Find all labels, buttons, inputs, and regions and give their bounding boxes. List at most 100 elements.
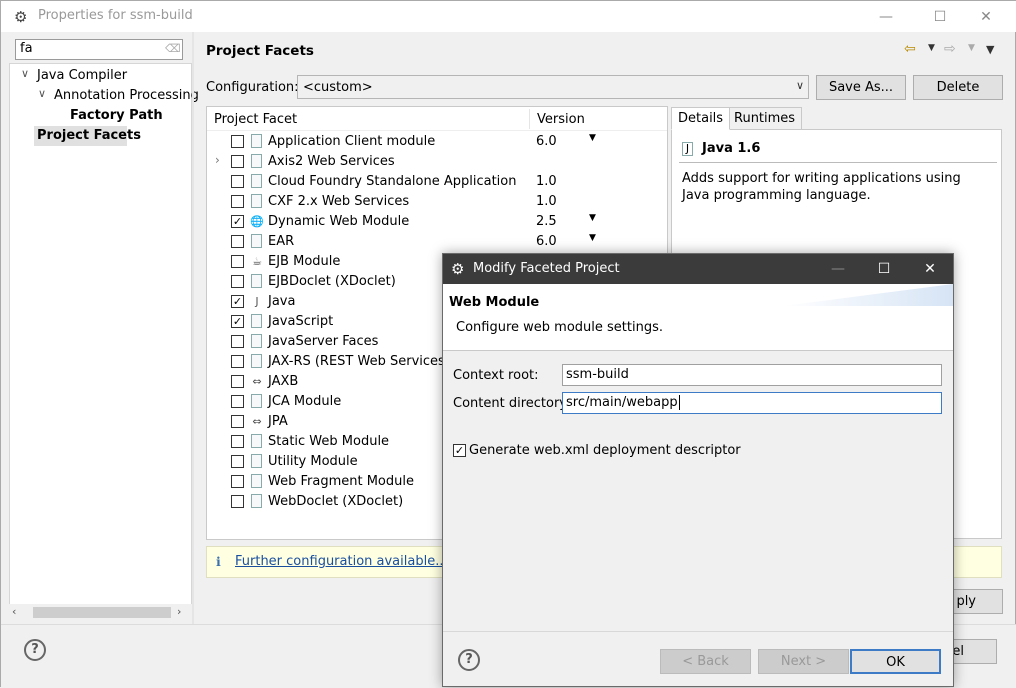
content-directory-input[interactable]: src/main/webapp [562,392,942,414]
save-as-button[interactable]: Save As... [816,75,906,100]
facet-icon [251,154,262,168]
chevron-down-icon[interactable]: ▼ [968,43,975,53]
tree-item-factory-path[interactable]: Factory Path [70,108,163,123]
facet-row[interactable]: EAR 6.0 ▼ [207,232,667,252]
ok-button[interactable]: OK [850,649,941,674]
facet-icon: ⇔ [252,415,262,428]
facet-row[interactable]: CXF 2.x Web Services 1.0 [207,192,667,212]
facet-checkbox[interactable] [231,475,244,488]
facet-checkbox[interactable] [231,335,244,348]
chevron-down-icon[interactable]: ∨ [21,67,29,80]
facet-name: Application Client module [268,134,436,149]
facet-icon [251,354,262,368]
chevron-down-icon[interactable]: ▼ [589,133,596,143]
maximize-button[interactable]: ☐ [861,254,907,284]
generate-webxml-label[interactable]: Generate web.xml deployment descriptor [469,443,741,458]
maximize-button[interactable]: ☐ [917,1,963,32]
tree-item-project-facets[interactable]: Project Facets [37,128,141,143]
col-project-facet[interactable]: Project Facet [214,112,297,127]
facet-icon: 🌐 [250,215,264,228]
facet-checkbox[interactable] [231,375,244,388]
chevron-down-icon: ∨ [795,79,804,92]
facet-version[interactable]: 1.0 [536,194,557,209]
content-directory-label: Content directory: [453,396,571,411]
minimize-button[interactable]: — [863,1,909,32]
preference-tree: ∨ Java Compiler ∨ Annotation Processing … [9,63,199,621]
window-title: Properties for ssm-build [38,8,193,23]
back-button[interactable]: < Back [660,649,751,674]
dialog-subtitle: Configure web module settings. [456,320,663,335]
configuration-label: Configuration: [206,80,299,95]
chevron-down-icon[interactable]: ▼ [928,43,935,53]
configuration-value: <custom> [303,80,373,95]
chevron-down-icon[interactable]: ▼ [589,213,596,223]
minimize-button[interactable]: — [815,254,861,284]
facet-name: JPA [268,414,288,429]
facet-checkbox[interactable] [231,355,244,368]
view-menu-icon[interactable]: ▼ [986,43,994,56]
details-divider [679,162,997,163]
facet-row[interactable]: Application Client module 6.0 ▼ [207,132,667,152]
chevron-down-icon[interactable]: ▼ [589,233,596,243]
facet-checkbox[interactable] [231,415,244,428]
facet-checkbox[interactable]: ✓ [231,295,244,308]
filter-value: fa [20,41,33,56]
help-icon[interactable]: ? [24,639,46,661]
scroll-right-icon[interactable]: › [177,605,181,618]
facet-icon [251,314,262,328]
back-arrow-icon[interactable]: ⇦ [904,41,916,57]
delete-button[interactable]: Delete [913,75,1003,100]
facet-row[interactable]: ✓ 🌐 Dynamic Web Module 2.5 ▼ [207,212,667,232]
tab-runtimes[interactable]: Runtimes [727,107,803,130]
facet-icon [251,394,262,408]
close-button[interactable]: ✕ [907,254,953,284]
forward-arrow-icon[interactable]: ⇨ [944,41,956,57]
facet-version[interactable]: 2.5 [536,214,557,229]
context-root-label: Context root: [453,368,539,383]
facet-checkbox[interactable]: ✓ [231,215,244,228]
facet-checkbox[interactable] [231,175,244,188]
facet-checkbox[interactable] [231,235,244,248]
facet-icon [251,274,262,288]
facet-icon [251,434,262,448]
col-version[interactable]: Version [537,112,585,127]
facet-checkbox[interactable]: ✓ [231,315,244,328]
facet-version[interactable]: 6.0 [536,134,557,149]
column-divider[interactable] [529,109,530,129]
facet-icon: ⇔ [252,375,262,388]
facet-icon: J [255,295,259,308]
facet-version[interactable]: 6.0 [536,234,557,249]
filter-input[interactable]: fa ⌫ [15,39,183,60]
generate-webxml-checkbox[interactable]: ✓ [453,444,466,457]
tree-horizontal-scrollbar[interactable]: ‹ › [9,604,192,621]
tab-details[interactable]: Details [671,107,731,130]
facet-checkbox[interactable] [231,195,244,208]
scroll-left-icon[interactable]: ‹ [12,605,16,618]
facet-checkbox[interactable] [231,275,244,288]
facet-checkbox[interactable] [231,395,244,408]
facet-checkbox[interactable] [231,135,244,148]
configuration-select[interactable]: <custom> ∨ [297,75,809,99]
clear-filter-icon[interactable]: ⌫ [165,42,181,56]
context-root-input[interactable]: ssm-build [562,364,942,386]
facet-version[interactable]: 1.0 [536,174,557,189]
facet-row[interactable]: › Axis2 Web Services [207,152,667,172]
help-icon[interactable]: ? [458,649,480,671]
chevron-down-icon[interactable]: ∨ [38,87,46,100]
facet-checkbox[interactable] [231,155,244,168]
tree-item-annotation-processing[interactable]: Annotation Processing [54,88,199,103]
facet-checkbox[interactable] [231,495,244,508]
close-button[interactable]: ✕ [963,1,1009,32]
facet-checkbox[interactable] [231,455,244,468]
facet-checkbox[interactable] [231,435,244,448]
facet-row[interactable]: Cloud Foundry Standalone Application 1.0 [207,172,667,192]
tree-item-java-compiler[interactable]: Java Compiler [37,68,127,83]
pane-splitter[interactable] [192,32,194,624]
dialog-heading: Web Module [449,295,540,310]
next-button[interactable]: Next > [758,649,849,674]
further-configuration-link[interactable]: Further configuration available... [235,554,448,569]
chevron-right-icon[interactable]: › [215,153,220,167]
facet-checkbox[interactable] [231,255,244,268]
info-icon: ℹ [216,554,221,569]
scrollbar-thumb[interactable] [33,607,171,618]
